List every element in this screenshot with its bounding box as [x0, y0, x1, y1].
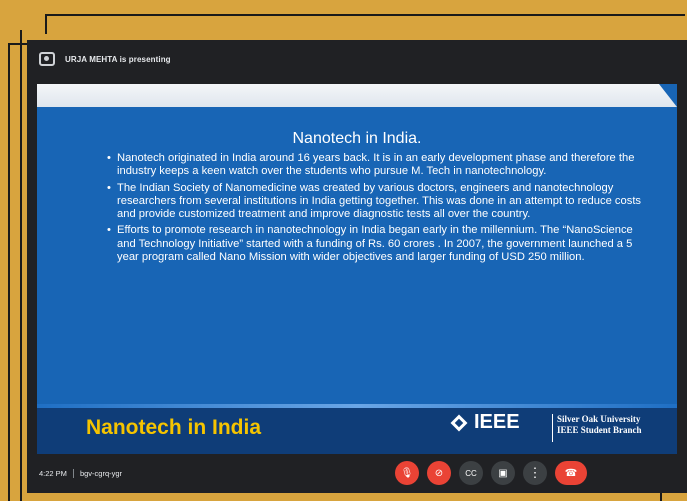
- slide-title: Nanotech in India.: [292, 130, 422, 147]
- org-name-line2: IEEE Student Branch: [557, 425, 642, 435]
- presenter-bar: URJA MEHTA is presenting: [27, 40, 687, 78]
- camera-off-icon: ⊘: [434, 467, 444, 479]
- mic-off-button[interactable]: 🎙: [395, 461, 419, 485]
- ieee-logo-text: IEEE: [474, 411, 520, 433]
- presenter-label: URJA MEHTA is presenting: [65, 54, 171, 64]
- slide-bullet: Nanotech originated in India around 16 y…: [107, 152, 647, 179]
- present-icon: ▣: [498, 467, 508, 479]
- slide-footer: Nanotech in India IEEE Silver Oak Univer…: [37, 404, 677, 454]
- org-name-line1: Silver Oak University: [557, 414, 641, 424]
- leave-call-button[interactable]: ☎: [555, 461, 587, 485]
- org-name: Silver Oak University IEEE Student Branc…: [557, 414, 642, 436]
- frame-line: [45, 14, 685, 16]
- slide-footer-title: Nanotech in India: [86, 416, 262, 439]
- meeting-info: 4:22 PM bgv-cgrq-ygr: [39, 469, 122, 479]
- frame-line: [20, 30, 22, 501]
- mic-off-icon: 🎙: [400, 467, 414, 479]
- meeting-code: bgv-cgrq-ygr: [79, 468, 123, 478]
- slide-bullet: Efforts to promote research in nanotechn…: [107, 224, 647, 264]
- presentation-icon: [39, 52, 55, 66]
- slide-header-band: [37, 84, 677, 107]
- meeting-control-bar: 4:22 PM bgv-cgrq-ygr 🎙 ⊘ CC ▣ ⋮ ☎: [27, 454, 687, 493]
- shared-slide: Nanotech in India. Nanotech originated i…: [37, 84, 677, 454]
- frame-line: [8, 43, 28, 45]
- meeting-time: 4:22 PM: [39, 468, 67, 478]
- meet-window: URJA MEHTA is presenting Nanotech in Ind…: [27, 40, 687, 493]
- frame-line: [45, 14, 47, 34]
- captions-icon: CC: [465, 468, 477, 478]
- captions-button[interactable]: CC: [459, 461, 483, 485]
- ieee-diamond-icon: [450, 414, 468, 431]
- logo-divider: [552, 414, 553, 442]
- footer-stripe: [37, 404, 677, 408]
- info-divider: [72, 469, 74, 479]
- present-button[interactable]: ▣: [491, 461, 515, 485]
- ieee-logo: IEEE: [450, 411, 520, 434]
- more-options-button[interactable]: ⋮: [523, 461, 547, 485]
- hang-up-icon: ☎: [564, 467, 578, 479]
- slide-header-corner: [659, 84, 677, 107]
- more-vert-icon: ⋮: [528, 465, 542, 480]
- frame-line: [8, 43, 10, 501]
- slide-bullet-list: Nanotech originated in India around 16 y…: [107, 152, 647, 267]
- slide-bullet: The Indian Society of Nanomedicine was c…: [107, 182, 647, 222]
- camera-off-button[interactable]: ⊘: [427, 461, 451, 485]
